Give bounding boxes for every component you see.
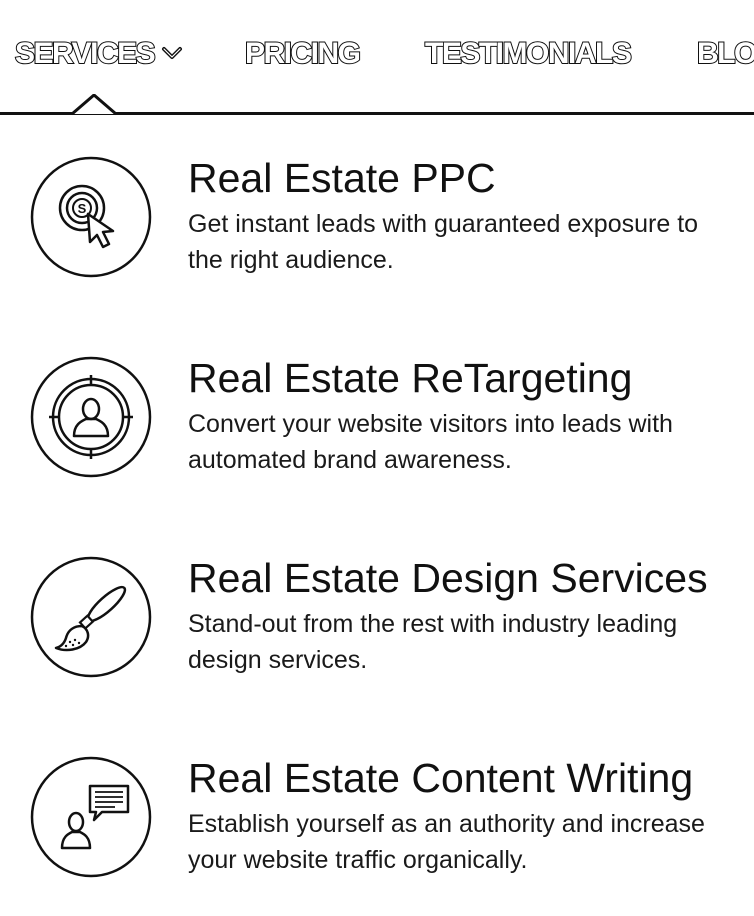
user-chat-icon [30,756,152,878]
svg-text:S: S [78,201,87,216]
service-item-content-writing[interactable]: Real Estate Content Writing Establish yo… [0,754,754,914]
nav-item-pricing[interactable]: PRICING [244,34,362,74]
service-description: Get instant leads with guaranteed exposu… [188,210,699,274]
service-item-design[interactable]: Real Estate Design Services Stand-out fr… [0,554,754,714]
target-cursor-icon: S [30,156,152,278]
service-title[interactable]: Real Estate Design Services [188,554,708,602]
service-description: Stand-out from the rest with industry le… [188,610,678,674]
service-item-retargeting[interactable]: Real Estate ReTargeting Convert your web… [0,354,754,514]
service-description: Convert your website visitors into leads… [188,410,673,474]
service-title[interactable]: Real Estate PPC [188,154,496,202]
chevron-down-icon[interactable] [160,44,184,62]
service-item-ppc[interactable]: S Real Estate PPC Get instant leads with… [0,154,754,314]
service-description: Establish yourself as an authority and i… [188,810,705,874]
service-title[interactable]: Real Estate Content Writing [188,754,693,802]
main-nav: SERVICES PRICING TESTIMONIALS BLO [0,0,754,116]
paintbrush-icon [30,556,152,678]
dropdown-caret [72,94,116,116]
nav-item-testimonials[interactable]: TESTIMONIALS [424,34,633,74]
service-title[interactable]: Real Estate ReTargeting [188,354,632,402]
user-target-icon [30,356,152,478]
nav-item-blog[interactable]: BLO [696,34,754,74]
nav-item-services[interactable]: SERVICES [14,34,157,74]
